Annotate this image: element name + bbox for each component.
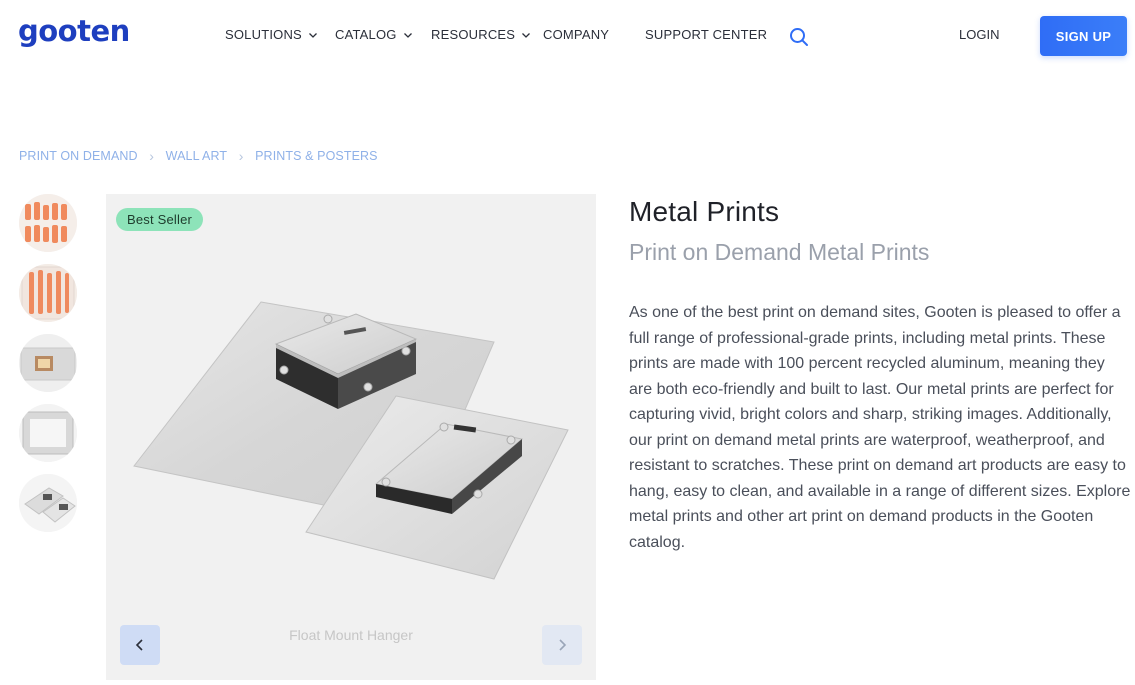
thumbnail-image bbox=[19, 264, 77, 322]
chevron-down-icon bbox=[522, 32, 531, 38]
nav-company-label: COMPANY bbox=[543, 27, 610, 42]
chevron-left-icon bbox=[135, 639, 143, 651]
breadcrumb-prints-posters[interactable]: PRINTS & POSTERS bbox=[255, 149, 377, 163]
thumbnail-4[interactable] bbox=[19, 404, 77, 462]
thumbnail-image bbox=[19, 334, 77, 392]
search-icon[interactable] bbox=[788, 26, 810, 48]
chevron-right-icon bbox=[559, 639, 567, 651]
thumbnail-5[interactable] bbox=[19, 474, 77, 532]
product-title: Metal Prints bbox=[629, 196, 780, 227]
thumbnail-2[interactable] bbox=[19, 264, 77, 322]
previous-image-button[interactable] bbox=[120, 625, 160, 665]
chevron-down-icon bbox=[308, 32, 317, 38]
chevron-right-icon: › bbox=[238, 148, 244, 164]
thumbnail-image bbox=[19, 474, 77, 532]
product-description: As one of the best print on demand sites… bbox=[629, 304, 1131, 551]
nav-company[interactable]: COMPANY bbox=[543, 27, 609, 42]
best-seller-badge: Best Seller bbox=[116, 208, 204, 231]
nav-resources-label: RESOURCES bbox=[431, 27, 516, 42]
sign-up-button[interactable]: SIGN UP bbox=[1040, 16, 1127, 56]
product-subtitle: Print on Demand Metal Prints bbox=[629, 239, 930, 265]
nav-solutions-label: SOLUTIONS bbox=[225, 27, 302, 42]
thumbnail-image bbox=[19, 404, 77, 462]
breadcrumb-print-on-demand[interactable]: PRINT ON DEMAND bbox=[19, 149, 138, 163]
image-caption: Float Mount Hanger bbox=[289, 627, 413, 643]
nav-catalog-label: CATALOG bbox=[335, 27, 397, 42]
thumbnail-image bbox=[19, 194, 77, 252]
nav-catalog[interactable]: CATALOG bbox=[335, 27, 413, 42]
breadcrumb-wall-art[interactable]: WALL ART bbox=[166, 149, 227, 163]
nav-solutions[interactable]: SOLUTIONS bbox=[225, 27, 318, 42]
next-image-button[interactable] bbox=[542, 625, 582, 665]
login-link[interactable]: LOGIN bbox=[959, 27, 999, 42]
nav-support-center-label: SUPPORT CENTER bbox=[645, 27, 768, 42]
thumbnail-3[interactable] bbox=[19, 334, 77, 392]
chevron-down-icon bbox=[403, 32, 412, 38]
nav-support-center[interactable]: SUPPORT CENTER bbox=[645, 27, 767, 42]
nav-resources[interactable]: RESOURCES bbox=[431, 27, 531, 42]
metal-prints-photo bbox=[133, 301, 569, 580]
site-header: gooten SOLUTIONS CATALOG RESOURCES COMPA… bbox=[0, 0, 1135, 72]
chevron-right-icon: › bbox=[149, 148, 155, 164]
thumbnail-1[interactable] bbox=[19, 194, 77, 252]
breadcrumb: PRINT ON DEMAND › WALL ART › PRINTS & PO… bbox=[19, 148, 378, 164]
gooten-logo[interactable]: gooten bbox=[18, 14, 130, 48]
product-main-image: Best Seller Float Mount Hanger bbox=[106, 194, 596, 680]
